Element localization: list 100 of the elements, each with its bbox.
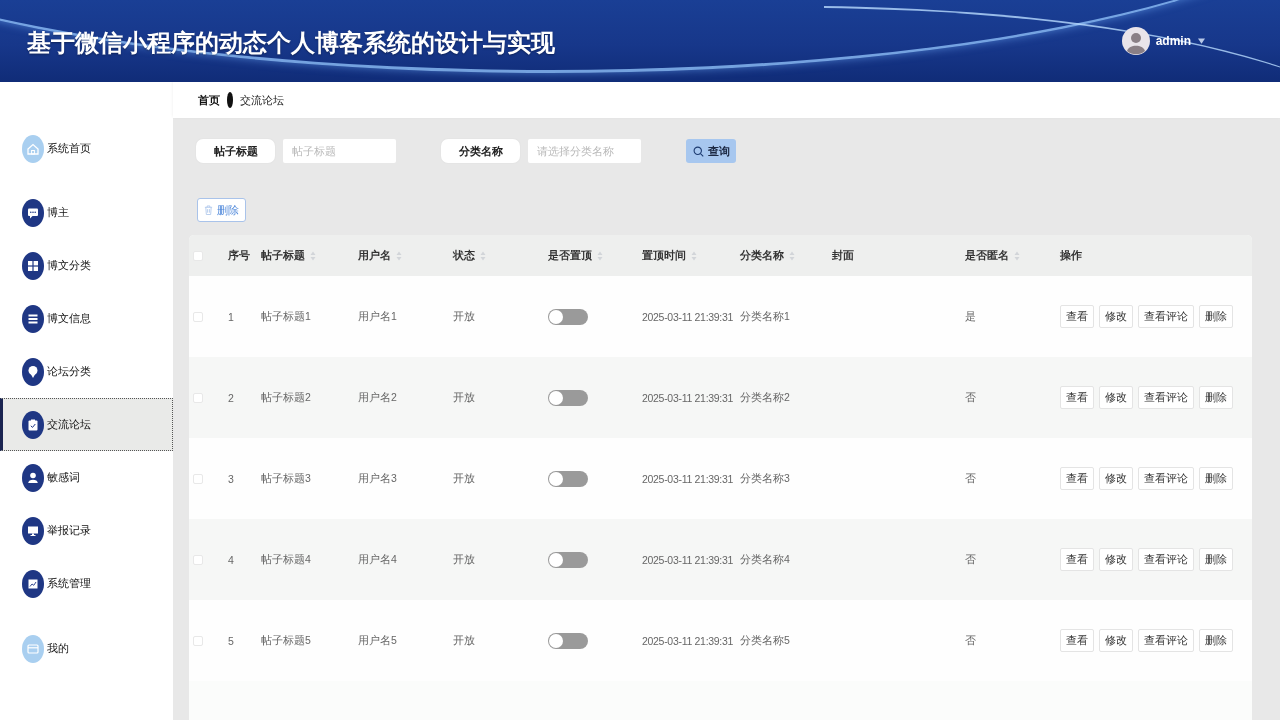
view-button[interactable]: 查看 — [1060, 629, 1094, 652]
view-comments-button[interactable]: 查看评论 — [1138, 467, 1194, 490]
table-cell: 用户名1 — [358, 309, 397, 324]
monitor-icon — [22, 516, 44, 545]
column-header[interactable]: 置顶时间 — [642, 248, 697, 263]
column-header[interactable]: 状态 — [453, 248, 486, 263]
search-icon — [692, 145, 704, 157]
sort-icon[interactable] — [597, 250, 603, 261]
toggle-switch[interactable] — [548, 632, 588, 649]
table-cell: 否 — [965, 552, 976, 567]
column-header[interactable]: 分类名称 — [740, 248, 795, 263]
sidebar-item[interactable]: 系统首页 — [0, 122, 173, 175]
toggle-switch[interactable] — [548, 470, 588, 487]
delete-button[interactable]: 删除 — [1199, 305, 1233, 328]
grid-icon — [22, 251, 44, 280]
delete-button[interactable]: 删除 — [1199, 467, 1233, 490]
sidebar-item[interactable]: 我的 — [0, 622, 173, 675]
table-cell: 2025-03-11 21:39:31 — [642, 553, 734, 566]
table-cell: 2 — [228, 391, 234, 404]
sort-icon[interactable] — [1014, 250, 1020, 261]
table-cell: 分类名称3 — [740, 471, 790, 486]
sidebar-item[interactable]: 敏感词 — [0, 451, 173, 504]
sidebar-item[interactable]: 交流论坛 — [0, 398, 173, 451]
table-cell: 帖子标题2 — [261, 390, 311, 405]
toggle-switch[interactable] — [548, 308, 588, 325]
toggle-switch[interactable] — [548, 389, 588, 406]
column-header[interactable]: 是否置顶 — [548, 248, 603, 263]
sidebar-item[interactable]: 博文分类 — [0, 239, 173, 292]
delete-button[interactable]: 删除 — [197, 198, 246, 222]
edit-button[interactable]: 修改 — [1099, 305, 1133, 328]
column-header[interactable]: 用户名 — [358, 248, 402, 263]
table-cell: 分类名称1 — [740, 309, 790, 324]
sort-icon[interactable] — [396, 250, 402, 261]
sidebar-item[interactable]: 论坛分类 — [0, 345, 173, 398]
sort-icon[interactable] — [480, 250, 486, 261]
table-cell: 用户名2 — [358, 390, 397, 405]
sort-icon[interactable] — [310, 250, 316, 261]
view-button[interactable]: 查看 — [1060, 386, 1094, 409]
edit-button[interactable]: 修改 — [1099, 629, 1133, 652]
breadcrumb-link[interactable]: 交流论坛 — [240, 92, 284, 108]
table-cell: 开放 — [453, 471, 475, 486]
delete-button[interactable]: 删除 — [1199, 548, 1233, 571]
edit-button[interactable]: 修改 — [1099, 386, 1133, 409]
table-cell: 是 — [965, 309, 976, 324]
delete-button[interactable]: 删除 — [1199, 629, 1233, 652]
table-cell: 分类名称4 — [740, 552, 790, 567]
sidebar-item[interactable]: 博主 — [0, 186, 173, 239]
sidebar-item[interactable]: 博文信息 — [0, 292, 173, 345]
sidebar-item[interactable]: 举报记录 — [0, 504, 173, 557]
view-button[interactable]: 查看 — [1060, 467, 1094, 490]
field-label: 帖子标题 — [196, 139, 275, 163]
table-cell: 开放 — [453, 309, 475, 324]
breadcrumb-link[interactable]: 首页 — [198, 92, 220, 108]
view-comments-button[interactable]: 查看评论 — [1138, 548, 1194, 571]
search-field[interactable]: 请选择分类名称 — [528, 139, 641, 163]
table-cell: 开放 — [453, 390, 475, 405]
card-icon — [22, 634, 44, 663]
view-comments-button[interactable]: 查看评论 — [1138, 386, 1194, 409]
list-icon — [22, 304, 44, 333]
view-comments-button[interactable]: 查看评论 — [1138, 305, 1194, 328]
table-cell: 2025-03-11 21:39:31 — [642, 472, 734, 485]
table-cell: 2025-03-11 21:39:31 — [642, 310, 734, 323]
table-cell: 2025-03-11 21:39:31 — [642, 634, 734, 647]
breadcrumb-separator-icon — [227, 92, 233, 108]
search-button[interactable]: 查询 — [686, 139, 736, 163]
column-header[interactable]: 是否匿名 — [965, 248, 1020, 263]
clipboard-icon — [22, 410, 44, 439]
sidebar-item[interactable]: 系统管理 — [0, 557, 173, 610]
table-cell: 否 — [965, 471, 976, 486]
table-cell: 开放 — [453, 633, 475, 648]
sort-icon[interactable] — [691, 250, 697, 261]
column-header[interactable]: 帖子标题 — [261, 248, 316, 263]
pin-icon — [22, 357, 44, 386]
caret-icon[interactable] — [1198, 38, 1205, 44]
column-header: 序号 — [228, 248, 250, 263]
table-cell: 1 — [228, 310, 234, 323]
table-cell: 用户名5 — [358, 633, 397, 648]
edit-button[interactable]: 修改 — [1099, 548, 1133, 571]
table-cell: 开放 — [453, 552, 475, 567]
avatar-icon[interactable] — [1121, 27, 1150, 55]
table-cell: 否 — [965, 390, 976, 405]
view-button[interactable]: 查看 — [1060, 305, 1094, 328]
table-cell: 用户名3 — [358, 471, 397, 486]
column-header: 封面 — [832, 248, 854, 263]
view-button[interactable]: 查看 — [1060, 548, 1094, 571]
sort-icon[interactable] — [789, 250, 795, 261]
edit-button[interactable]: 修改 — [1099, 467, 1133, 490]
search-field[interactable]: 帖子标题 — [283, 139, 396, 163]
table-cell: 分类名称2 — [740, 390, 790, 405]
home-icon — [22, 134, 44, 163]
column-header: 操作 — [1060, 248, 1082, 263]
toggle-switch[interactable] — [548, 551, 588, 568]
table-cell: 否 — [965, 633, 976, 648]
person-icon — [22, 463, 44, 492]
view-comments-button[interactable]: 查看评论 — [1138, 629, 1194, 652]
username[interactable]: admin — [1155, 34, 1191, 48]
table-cell: 帖子标题3 — [261, 471, 311, 486]
table-cell: 3 — [228, 472, 234, 485]
delete-button[interactable]: 删除 — [1199, 386, 1233, 409]
chart-icon — [22, 569, 44, 598]
